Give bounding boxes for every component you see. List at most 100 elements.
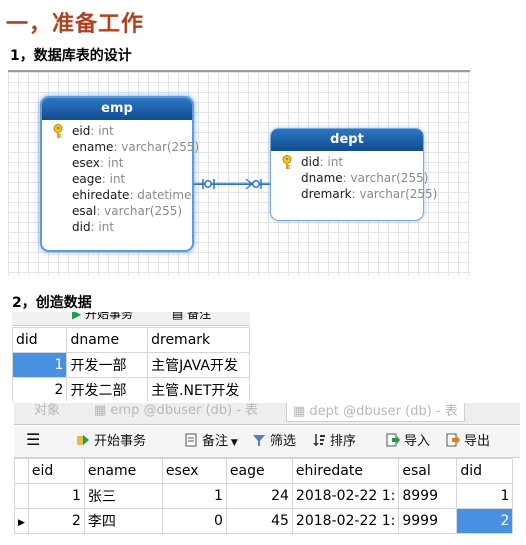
er-diagram-canvas: emp eid: int ename: varchar(255) esex: i… (8, 70, 470, 276)
begin-transaction-button[interactable]: ▶ 开始事务 (72, 312, 133, 322)
field-name: eid (72, 124, 91, 138)
field-name: dname (301, 171, 343, 185)
dept-table: did dname dremark 1 开发一部 主管JAVA开发 2 开发二部… (12, 327, 250, 401)
entity-emp-title: emp (42, 98, 192, 120)
column-header-esal[interactable]: esal (398, 458, 458, 484)
field-row: dname: varchar(255) (271, 170, 428, 186)
export-button[interactable]: 导出 (446, 433, 490, 451)
export-label: 导出 (464, 434, 491, 449)
field-type: : int (90, 124, 114, 138)
table-cell[interactable]: 主管.NET开发 (147, 377, 250, 401)
field-row: ename: varchar(255) (42, 139, 199, 155)
table-cell[interactable]: 45 (225, 508, 293, 534)
table-row[interactable]: ▶ 2 李四 0 45 2018-02-22 1: 9999 2 (14, 508, 514, 534)
entity-dept-fields: did: int dname: varchar(255) dremark: va… (271, 151, 437, 202)
column-header-did[interactable]: did (456, 458, 514, 484)
field-type: : varchar(255) (342, 171, 429, 185)
table-cell[interactable]: 9999 (398, 508, 458, 534)
field-name: did (301, 155, 320, 169)
field-row: esal: varchar(255) (42, 203, 192, 219)
row-header-corner (14, 458, 29, 484)
row-header[interactable] (14, 483, 29, 509)
table-cell[interactable]: 1 (161, 483, 227, 509)
column-header-eage[interactable]: eage (225, 458, 293, 484)
filter-label: 筛选 (270, 434, 297, 449)
dropdown-arrow-icon: ▼ (228, 438, 238, 448)
column-header-eid[interactable]: eid (27, 458, 85, 484)
primary-key-icon (53, 124, 63, 138)
tab-emp-table[interactable]: ▦ emp @dbuser (db) - 表 (88, 403, 264, 422)
field-type: : datetime (129, 188, 192, 202)
table-cell[interactable]: 李四 (83, 508, 163, 534)
editor-tab-bar: 对象 ▦ emp @dbuser (db) - 表 ▦ dept @dbuser… (14, 403, 520, 425)
table-cell[interactable]: 8999 (398, 483, 458, 509)
menu-icon[interactable]: ☰ (26, 431, 40, 449)
column-header-esex[interactable]: esex (161, 458, 227, 484)
row-header[interactable]: ▶ (14, 508, 29, 534)
table-cell[interactable]: 2 (456, 508, 514, 534)
table-cell[interactable]: 24 (225, 483, 293, 509)
field-name: esal (72, 204, 97, 218)
table-cell[interactable]: 开发二部 (66, 377, 149, 401)
column-header-ename[interactable]: ename (83, 458, 163, 484)
filter-button[interactable]: 筛选 (252, 433, 296, 451)
column-header-ehiredate[interactable]: ehiredate (291, 458, 400, 484)
sort-button[interactable]: 排序 (312, 433, 356, 451)
filter-icon (253, 435, 265, 446)
import-button[interactable]: 导入 (386, 433, 430, 451)
section-title-data: 2，创造数据 (12, 295, 92, 311)
note-label: 备注 (187, 312, 212, 321)
column-header-did[interactable]: did (12, 327, 68, 353)
dept-grid-toolbar: ▶ 开始事务 ▤ 备注 (12, 312, 250, 326)
table-row[interactable]: 2 开发二部 主管.NET开发 (12, 377, 250, 401)
entity-emp-fields: eid: int ename: varchar(255) esex: int e… (42, 120, 199, 235)
note-button[interactable]: ▤ 备注 (172, 312, 211, 322)
table-cell[interactable]: 2 (27, 508, 85, 534)
table-row[interactable]: 1 开发一部 主管JAVA开发 (12, 352, 250, 378)
table-cell[interactable]: 1 (12, 352, 68, 378)
column-header-dremark[interactable]: dremark (147, 327, 250, 353)
primary-key-icon (282, 155, 292, 169)
current-row-icon: ▶ (18, 518, 25, 528)
table-cell[interactable]: 1 (27, 483, 85, 509)
note-icon: ▤ (172, 312, 188, 321)
table-icon: ▦ (293, 404, 310, 419)
emp-grid-toolbar: ☰ 开始事务 备注 ▼ 筛选 排序 导入 导出 (14, 426, 520, 458)
table-icon: ▦ (94, 403, 111, 418)
column-header-dname[interactable]: dname (66, 327, 149, 353)
tab-objects[interactable]: 对象 (28, 403, 66, 422)
table-cell[interactable]: 1 (456, 483, 514, 509)
tab-dept-label: dept @dbuser (db) - 表 (309, 404, 458, 419)
field-type: : varchar(255) (113, 140, 200, 154)
begin-transaction-icon (77, 435, 89, 445)
table-cell[interactable]: 主管JAVA开发 (147, 352, 250, 378)
field-type: : varchar(255) (351, 187, 438, 201)
note-button[interactable]: 备注 ▼ (184, 433, 238, 451)
sort-label: 排序 (330, 434, 357, 449)
play-icon: ▶ (72, 312, 86, 321)
field-name: eage (72, 172, 102, 186)
field-type: : varchar(255) (96, 204, 183, 218)
entity-emp[interactable]: emp eid: int ename: varchar(255) esex: i… (40, 96, 199, 252)
entity-dept[interactable]: dept did: int dname: varchar(255) dremar… (270, 128, 437, 221)
begin-transaction-label: 开始事务 (85, 312, 134, 321)
table-cell[interactable]: 开发一部 (66, 352, 149, 378)
table-cell[interactable]: 0 (161, 508, 227, 534)
table-cell[interactable]: 2 (12, 377, 68, 401)
table-cell[interactable]: 张三 (83, 483, 163, 509)
entity-dept-title: dept (271, 129, 423, 151)
field-row: did: int (271, 154, 423, 170)
field-row: eage: int (42, 171, 192, 187)
field-type: : int (101, 172, 126, 186)
table-header-row: did dname dremark (12, 327, 250, 353)
table-cell[interactable]: 2018-02-22 1: (291, 483, 400, 509)
begin-transaction-button[interactable]: 开始事务 (76, 433, 146, 451)
field-row: ehiredate: datetime (42, 187, 192, 203)
table-cell[interactable]: 2018-02-22 1: (291, 508, 400, 534)
relation-line[interactable] (194, 179, 270, 189)
note-label: 备注 (202, 434, 229, 449)
field-name: esex (72, 156, 100, 170)
tab-dept-table[interactable]: ▦ dept @dbuser (db) - 表 (286, 403, 465, 422)
table-row[interactable]: 1 张三 1 24 2018-02-22 1: 8999 1 (14, 483, 514, 509)
export-icon (446, 433, 460, 447)
